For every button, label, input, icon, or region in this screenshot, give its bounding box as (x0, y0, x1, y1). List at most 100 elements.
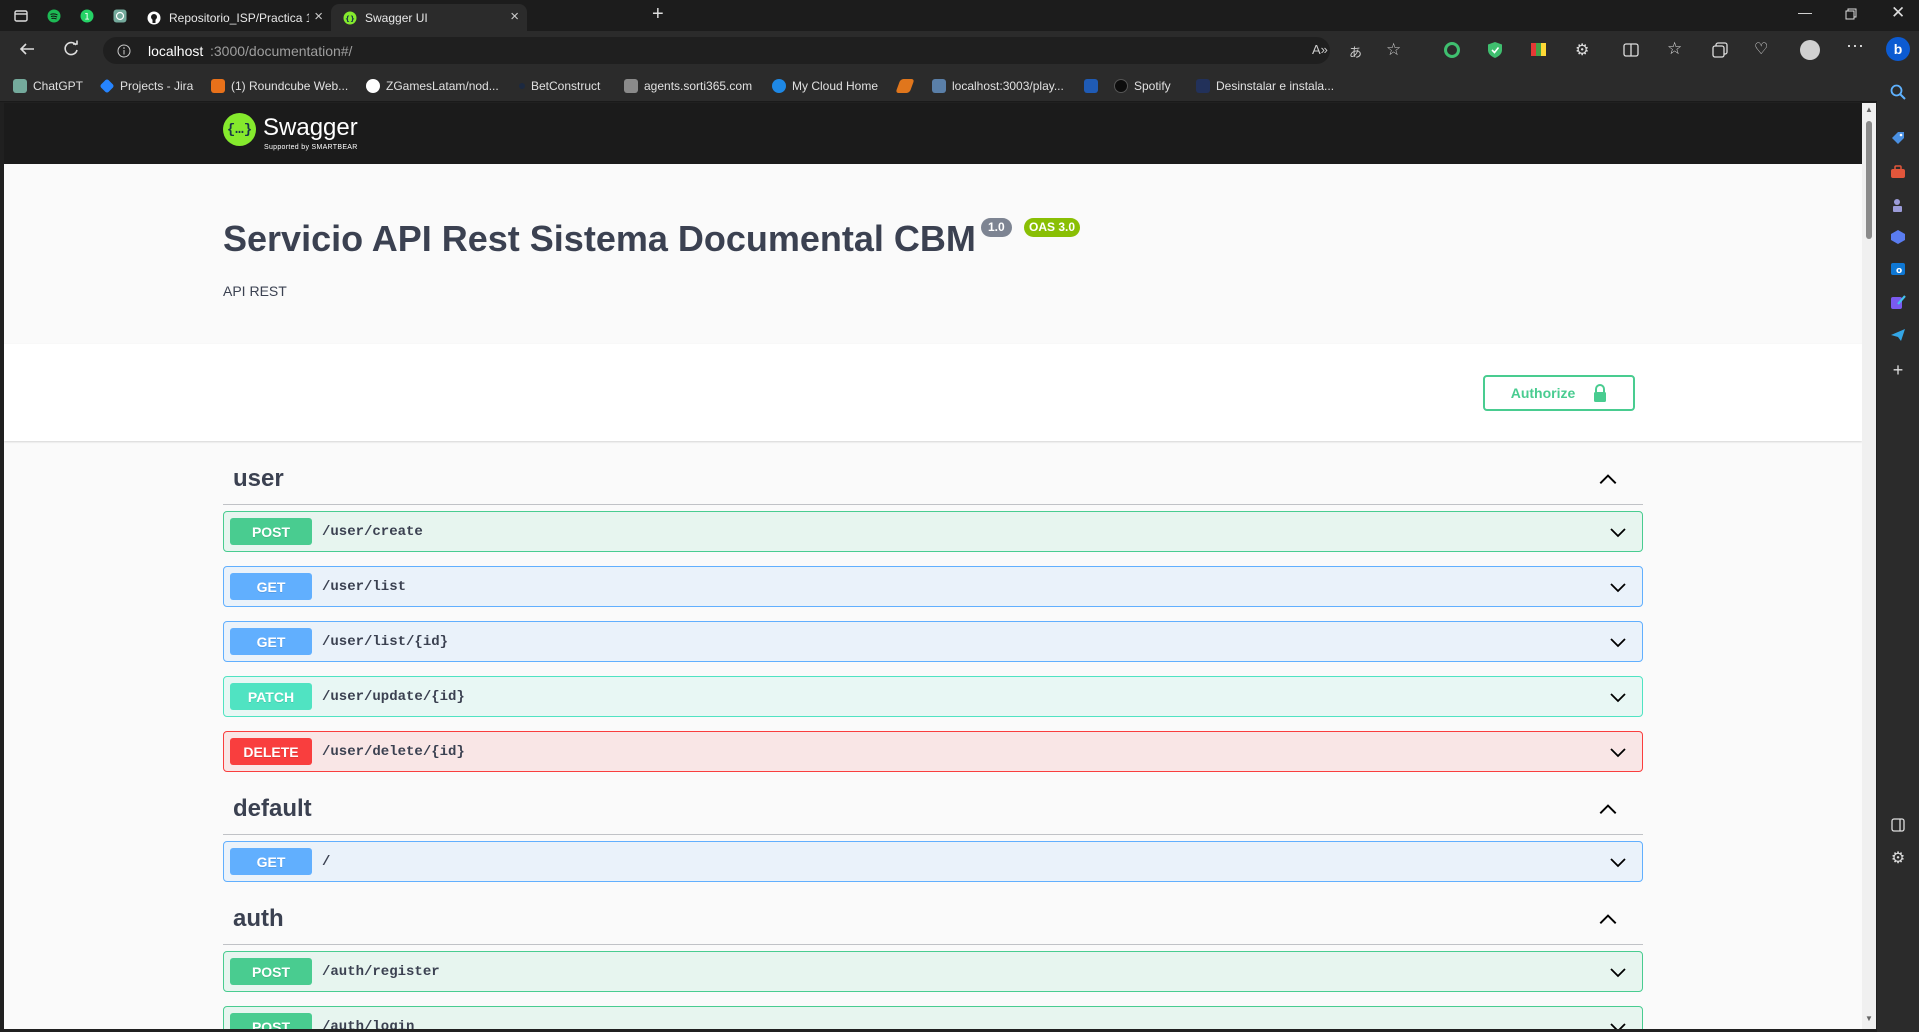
bookmark-chatgpt[interactable]: ChatGPT (13, 77, 83, 95)
chevron-down-icon[interactable] (1608, 577, 1628, 597)
tab-repositorio[interactable]: Repositorio_ISP/Practica 1 at mai × (135, 4, 331, 31)
chevron-down-icon[interactable] (1608, 852, 1628, 872)
method-badge: PATCH (230, 683, 312, 710)
tag-user-header[interactable]: user (223, 453, 1643, 505)
new-tab-icon[interactable]: + (652, 3, 664, 26)
chevron-down-icon[interactable] (1608, 522, 1628, 542)
tools-briefcase-icon[interactable] (1889, 163, 1907, 181)
operation-post-auth-login[interactable]: POST /auth/login (223, 1006, 1643, 1029)
bookmark-roundcube[interactable]: (1) Roundcube Web... (211, 77, 348, 95)
send-telegram-icon[interactable] (1889, 326, 1907, 344)
scroll-down-arrow-icon[interactable]: ▼ (1865, 1014, 1873, 1023)
method-badge: DELETE (230, 738, 312, 765)
method-badge: GET (230, 573, 312, 600)
pinned-tab-spotify-icon[interactable] (43, 5, 65, 27)
extensions-puzzle-icon[interactable]: ⚙ (1575, 40, 1589, 60)
bookmark-paypal[interactable] (1084, 77, 1104, 95)
swagger-icon: {} (343, 11, 357, 24)
restore-icon[interactable] (1845, 7, 1857, 25)
more-options-icon[interactable]: ⋯ (1846, 36, 1864, 57)
bookmark-label: agents.sorti365.com (644, 79, 753, 93)
chevron-down-icon[interactable] (1608, 687, 1628, 707)
bookmark-label: localhost:3003/play... (952, 79, 1064, 93)
translate-icon[interactable]: あ (1349, 42, 1362, 61)
tab-title: Swagger UI (365, 10, 428, 25)
back-icon[interactable] (18, 40, 36, 63)
sidebar-layout-icon[interactable] (1889, 816, 1907, 834)
bookmark-spotify[interactable]: Spotify (1114, 77, 1171, 95)
close-tab-icon[interactable]: × (314, 8, 323, 25)
close-window-icon[interactable]: ✕ (1891, 3, 1905, 23)
search-icon[interactable] (1889, 83, 1907, 101)
tag-default-header[interactable]: default (223, 783, 1643, 835)
sidebar-settings-gear-icon[interactable]: ⚙ (1889, 849, 1907, 867)
bookmark-orange[interactable] (895, 77, 918, 95)
tab-actions-icon[interactable] (10, 5, 32, 27)
operation-get-user-by-id[interactable]: GET /user/list/{id} (223, 621, 1643, 662)
bookmark-my-cloud[interactable]: My Cloud Home (772, 77, 878, 95)
editor-icon[interactable] (1889, 293, 1907, 311)
pinned-tab-whatsapp-icon[interactable]: 1 (76, 5, 98, 27)
collapse-arrow-icon[interactable] (1597, 909, 1619, 931)
bookmark-betconstruct[interactable]: BetConstruct (519, 77, 600, 95)
operation-get-user-list[interactable]: GET /user/list (223, 566, 1643, 607)
page-scrollbar[interactable]: ▲ ▼ (1862, 103, 1876, 1029)
shopping-tag-icon[interactable] (1889, 129, 1907, 147)
bookmark-zgames[interactable]: ZGamesLatam/nod... (366, 77, 499, 95)
collapse-arrow-icon[interactable] (1597, 799, 1619, 821)
extension-shield-icon[interactable] (1487, 41, 1503, 64)
close-tab-icon[interactable]: × (510, 8, 519, 25)
read-aloud-icon[interactable]: A» (1312, 42, 1328, 57)
extension-colors-icon[interactable] (1531, 43, 1546, 56)
operation-post-auth-register[interactable]: POST /auth/register (223, 951, 1643, 992)
browser-essentials-icon[interactable]: ♡ (1754, 39, 1768, 59)
spotify-icon (1114, 79, 1128, 93)
authorize-button[interactable]: Authorize (1483, 375, 1635, 411)
operation-post-user-create[interactable]: POST /user/create (223, 511, 1643, 552)
chevron-down-icon[interactable] (1608, 632, 1628, 652)
collections-icon[interactable] (1712, 42, 1728, 63)
copilot-icon[interactable] (1889, 228, 1907, 246)
outlook-icon[interactable]: o (1889, 260, 1907, 278)
bookmark-label: (1) Roundcube Web... (231, 79, 349, 93)
bookmark-desinstalar[interactable]: Desinstalar e instala... (1196, 77, 1334, 95)
address-bar-row: localhost :3000/documentation#/ A» あ ☆ ⚙… (0, 31, 1919, 70)
operation-patch-user-update[interactable]: PATCH /user/update/{id} (223, 676, 1643, 717)
authorize-label: Authorize (1510, 385, 1576, 401)
chatgpt-icon (13, 79, 27, 93)
operation-path: / (322, 853, 331, 870)
scroll-up-arrow-icon[interactable]: ▲ (1865, 105, 1873, 114)
scrollbar-thumb[interactable] (1866, 121, 1872, 239)
tag-auth-header[interactable]: auth (223, 893, 1643, 945)
chevron-down-icon[interactable] (1608, 962, 1628, 982)
profile-avatar-icon[interactable] (1800, 40, 1820, 60)
bookmark-jira[interactable]: Projects - Jira (99, 77, 193, 95)
tab-swagger-ui[interactable]: {} Swagger UI × (331, 4, 527, 31)
swagger-logo-icon: {…} (223, 113, 256, 146)
minimize-icon[interactable]: — (1798, 4, 1812, 20)
site-info-icon[interactable] (117, 44, 131, 58)
collapse-arrow-icon[interactable] (1597, 469, 1619, 491)
games-chess-icon[interactable] (1889, 196, 1907, 214)
operation-delete-user[interactable]: DELETE /user/delete/{id} (223, 731, 1643, 772)
extension-green-circle-icon[interactable] (1444, 42, 1460, 58)
refresh-icon[interactable] (62, 40, 80, 63)
pinned-tab-chatgpt-icon[interactable] (109, 5, 131, 27)
operation-path: /user/list (322, 578, 407, 595)
operation-get-root[interactable]: GET / (223, 841, 1643, 882)
bookmark-sorti365[interactable]: agents.sorti365.com (624, 77, 752, 95)
chevron-down-icon[interactable] (1608, 742, 1628, 762)
split-screen-icon[interactable] (1623, 42, 1639, 63)
favorites-icon[interactable]: ☆ (1667, 39, 1682, 59)
lock-icon (1594, 384, 1607, 402)
bookmark-label: ChatGPT (33, 79, 84, 93)
bing-copilot-icon[interactable]: b (1886, 37, 1910, 61)
bookmark-orange-icon (895, 79, 915, 93)
add-sidebar-app-icon[interactable]: + (1889, 360, 1907, 380)
favorite-star-icon[interactable]: ☆ (1386, 40, 1401, 60)
url-field[interactable]: localhost :3000/documentation#/ A» あ ☆ (103, 37, 1401, 64)
chevron-down-icon[interactable] (1608, 1017, 1628, 1029)
tag-name: auth (233, 905, 284, 932)
method-badge: GET (230, 848, 312, 875)
bookmark-localhost[interactable]: localhost:3003/play... (932, 77, 1064, 95)
